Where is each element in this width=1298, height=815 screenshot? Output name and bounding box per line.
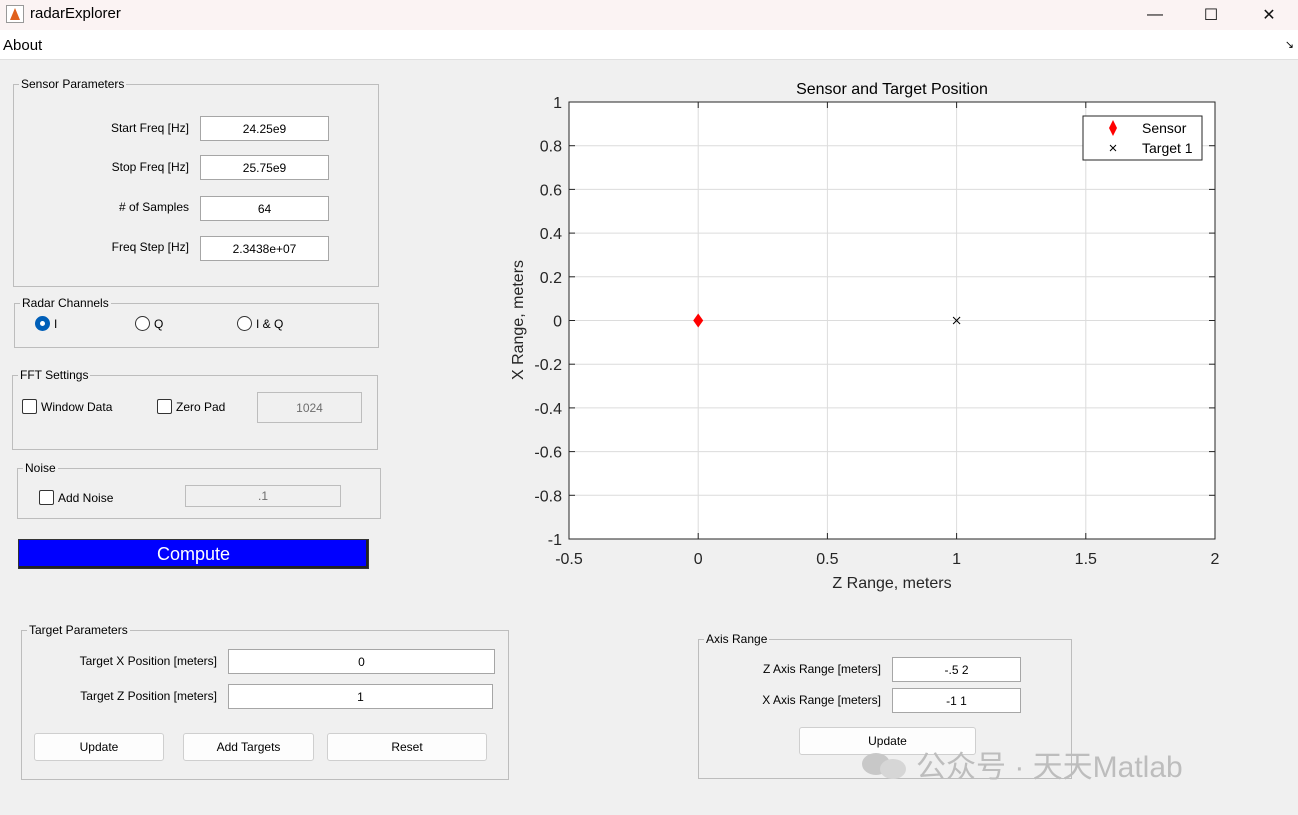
axis-range-legend: Axis Range	[706, 632, 768, 646]
legend-sensor-diamond-icon	[1109, 120, 1117, 136]
y-tick-label: -0.6	[534, 445, 562, 462]
y-tick-label: -1	[548, 532, 562, 549]
maximize-button[interactable]: ☐	[1188, 0, 1234, 30]
watermark: 公众号 · 天天Matlab	[862, 742, 1183, 786]
radio-selected-icon[interactable]	[35, 316, 50, 331]
menu-about[interactable]: About	[3, 37, 42, 54]
y-tick-label: -0.8	[534, 488, 562, 505]
sensor-point	[693, 313, 704, 328]
legend-target-x-icon	[1109, 144, 1117, 152]
start-freq-input[interactable]	[200, 116, 329, 141]
wechat-icon	[862, 749, 906, 779]
target-z-input[interactable]	[228, 684, 493, 709]
stop-freq-label: Stop Freq [Hz]	[111, 160, 189, 174]
noise-legend: Noise	[25, 461, 56, 475]
y-tick-label: 0.8	[540, 139, 562, 156]
plot-ylabel: X Range, meters	[510, 260, 527, 380]
legend-sensor-label: Sensor	[1142, 120, 1187, 136]
reset-button[interactable]: Reset	[327, 733, 487, 761]
target-x-label: Target X Position [meters]	[79, 654, 217, 668]
y-tick-label: 1	[553, 95, 562, 112]
radar-channels-legend: Radar Channels	[22, 296, 109, 310]
zero-pad-checkbox[interactable]: Zero Pad	[157, 399, 225, 414]
plot-marks	[693, 313, 961, 328]
target-x-input[interactable]	[228, 649, 495, 674]
add-noise-checkbox[interactable]: Add Noise	[39, 490, 113, 505]
menu-bar: About ↘	[0, 30, 1298, 60]
target-update-button[interactable]: Update	[34, 733, 164, 761]
watermark-text: 公众号 · 天天Matlab	[916, 751, 1183, 784]
sensor-parameters-legend: Sensor Parameters	[21, 77, 125, 91]
legend-box	[1082, 115, 1203, 161]
z-axis-range-input[interactable]	[892, 657, 1021, 682]
x-tick-label: 1.5	[1075, 551, 1097, 568]
close-button[interactable]: ✕	[1246, 0, 1292, 30]
window-title: radarExplorer	[30, 5, 121, 22]
checkbox-unchecked-icon[interactable]	[157, 399, 172, 414]
radio-channel-i[interactable]: I	[35, 316, 57, 331]
minimize-button[interactable]: —	[1132, 0, 1178, 30]
radio-unselected-icon[interactable]	[135, 316, 150, 331]
window-data-checkbox[interactable]: Window Data	[22, 399, 112, 414]
y-tick-label: -0.4	[534, 401, 562, 418]
plot-title: Sensor and Target Position	[796, 81, 988, 98]
radio-channel-i-label: I	[54, 316, 58, 331]
y-tick-label: 0.6	[540, 182, 562, 199]
radio-channel-q[interactable]: Q	[135, 316, 163, 331]
checkbox-unchecked-icon[interactable]	[22, 399, 37, 414]
noise-level-input[interactable]	[185, 485, 341, 507]
plot-ticks: -0.5 0 0.5 1 1.5 2 1 0.8 0.6 0.4 0.2 0 -0.2 -0.4 -0.6 -…	[534, 95, 1219, 568]
x-tick-label: 2	[1211, 551, 1220, 568]
plot-legend: Sensor Target 1	[1082, 115, 1203, 161]
fft-settings-legend: FFT Settings	[20, 368, 89, 382]
radio-channel-q-label: Q	[154, 316, 164, 331]
x-tick-label: 0.5	[816, 551, 838, 568]
y-tick-label: 0.4	[540, 226, 562, 243]
zero-pad-input[interactable]	[257, 392, 362, 423]
legend-target-label: Target 1	[1142, 140, 1193, 156]
x-axis-range-label: X Axis Range [meters]	[762, 693, 881, 707]
x-tick-label: -0.5	[555, 551, 583, 568]
y-tick-label: 0	[553, 314, 562, 331]
checkbox-unchecked-icon[interactable]	[39, 490, 54, 505]
plot-xlabel: Z Range, meters	[832, 575, 951, 592]
radio-channel-iq-label: I & Q	[256, 316, 284, 331]
x-tick-label: 0	[694, 551, 703, 568]
title-bar: radarExplorer — ☐ ✕	[0, 0, 1298, 30]
y-tick-label: -0.2	[534, 357, 562, 374]
menu-expand-arrow-icon[interactable]: ↘	[1285, 38, 1294, 51]
freq-step-label: Freq Step [Hz]	[111, 240, 189, 254]
start-freq-label: Start Freq [Hz]	[110, 121, 189, 135]
x-tick-label: 1	[952, 551, 961, 568]
target-parameters-legend: Target Parameters	[29, 623, 128, 637]
radio-channel-iq[interactable]: I & Q	[237, 316, 283, 331]
add-noise-label: Add Noise	[58, 490, 114, 505]
freq-step-input[interactable]	[200, 236, 329, 261]
plot-grid	[568, 101, 1216, 540]
zero-pad-label: Zero Pad	[176, 399, 226, 414]
plot-frame	[568, 101, 1216, 540]
add-targets-button[interactable]: Add Targets	[183, 733, 314, 761]
matlab-app-icon	[6, 5, 24, 23]
y-tick-label: 0.2	[540, 270, 562, 287]
z-axis-range-label: Z Axis Range [meters]	[762, 662, 881, 676]
target-point	[952, 316, 961, 325]
target-z-label: Target Z Position [meters]	[80, 689, 217, 703]
plot-area	[569, 102, 1215, 539]
x-axis-range-input[interactable]	[892, 688, 1021, 713]
num-samples-label: # of Samples	[118, 200, 189, 214]
window-data-label: Window Data	[41, 399, 113, 414]
compute-button[interactable]: Compute	[18, 539, 369, 569]
radar-channels-panel: Radar Channels	[14, 296, 379, 348]
num-samples-input[interactable]	[200, 196, 329, 221]
stop-freq-input[interactable]	[200, 155, 329, 180]
radio-unselected-icon[interactable]	[237, 316, 252, 331]
